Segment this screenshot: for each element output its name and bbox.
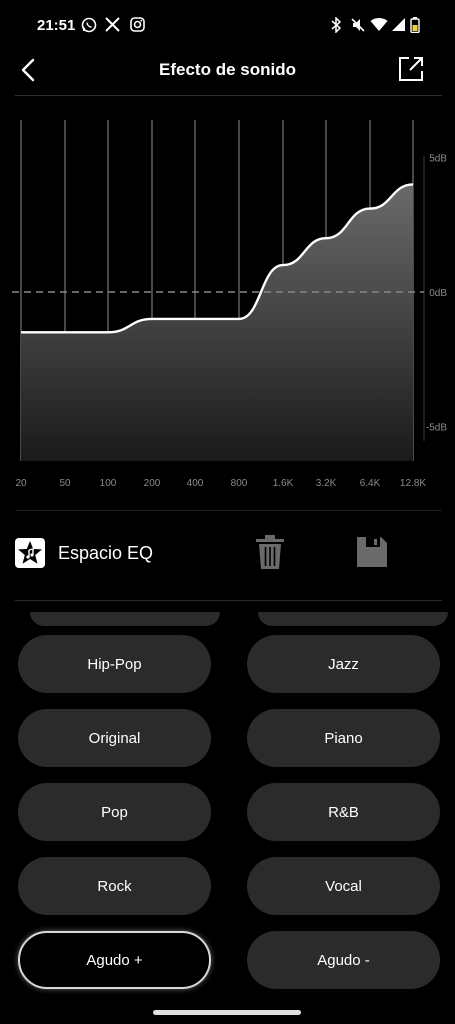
preset-button[interactable]: R&B xyxy=(247,783,440,841)
chart-divider xyxy=(15,510,442,511)
x-tick-label: 12.8K xyxy=(400,478,426,489)
band-handle-6.4K[interactable] xyxy=(361,200,379,218)
y-tick-label: 0dB xyxy=(429,288,447,299)
instagram-icon xyxy=(130,17,145,32)
bluetooth-icon xyxy=(331,17,342,33)
preset-button[interactable]: Rock xyxy=(18,857,211,915)
preset-button[interactable]: Vocal xyxy=(247,857,440,915)
x-tick-label: 800 xyxy=(231,478,248,489)
preset-button[interactable]: Hip-Pop xyxy=(18,635,211,693)
signal-icon xyxy=(392,18,405,31)
preset-button[interactable]: Piano xyxy=(247,709,440,767)
x-tick-label: 200 xyxy=(144,478,161,489)
eq-chart[interactable]: 5dB 0dB -5dB 20 50 100 200 400 800 1.6K 3.2K 6.4K 1… xyxy=(0,96,455,496)
trash-icon[interactable] xyxy=(255,534,285,570)
wifi-icon xyxy=(370,18,388,31)
preset-list[interactable]: Hip-Pop Jazz Original Piano Pop R&B Rock Vocal A… xyxy=(0,602,455,1002)
page-title: Efecto de sonido xyxy=(159,60,296,79)
music-star-icon xyxy=(15,538,45,568)
x-icon xyxy=(105,17,120,32)
share-icon[interactable] xyxy=(396,54,426,84)
preset-button[interactable]: Jazz xyxy=(247,635,440,693)
mute-icon xyxy=(351,18,365,32)
y-tick-label: 5dB xyxy=(429,154,447,165)
x-tick-label: 50 xyxy=(59,478,71,489)
eq-area-fill xyxy=(21,184,413,461)
status-bar: 21:51 xyxy=(0,0,455,52)
status-time: 21:51 xyxy=(37,17,76,34)
battery-icon xyxy=(410,17,420,33)
x-tick-label: 6.4K xyxy=(360,478,381,489)
band-handle-3.2K[interactable] xyxy=(317,229,335,247)
whatsapp-icon xyxy=(81,17,97,33)
preset-button[interactable]: Original xyxy=(18,709,211,767)
band-handle-800[interactable] xyxy=(230,310,248,328)
x-tick-label: 100 xyxy=(100,478,117,489)
presets-divider xyxy=(15,600,442,601)
band-handle-50[interactable] xyxy=(56,323,74,341)
y-tick-label: -5dB xyxy=(426,423,447,434)
preset-button[interactable]: Agudo + xyxy=(18,931,211,989)
eq-space-row: Espacio EQ xyxy=(0,530,455,576)
band-handle-400[interactable] xyxy=(186,310,204,328)
band-handle-100[interactable] xyxy=(99,323,117,341)
preset-button[interactable]: Pop xyxy=(18,783,211,841)
preset-partial-left xyxy=(30,612,220,626)
floppy-save-icon[interactable] xyxy=(355,534,389,570)
app-bar: Efecto de sonido xyxy=(0,52,455,94)
x-tick-label: 20 xyxy=(15,478,27,489)
band-handle-1.6K[interactable] xyxy=(274,256,292,274)
band-handle-12.8K[interactable] xyxy=(404,175,422,193)
x-tick-label: 3.2K xyxy=(316,478,337,489)
eq-space-label: Espacio EQ xyxy=(58,543,154,563)
x-tick-label: 1.6K xyxy=(273,478,294,489)
band-handle-20[interactable] xyxy=(12,323,30,341)
preset-partial-right xyxy=(258,612,448,626)
preset-button[interactable]: Agudo - xyxy=(247,931,440,989)
band-handle-200[interactable] xyxy=(143,310,161,328)
home-indicator[interactable] xyxy=(153,1010,301,1015)
x-tick-label: 400 xyxy=(187,478,204,489)
